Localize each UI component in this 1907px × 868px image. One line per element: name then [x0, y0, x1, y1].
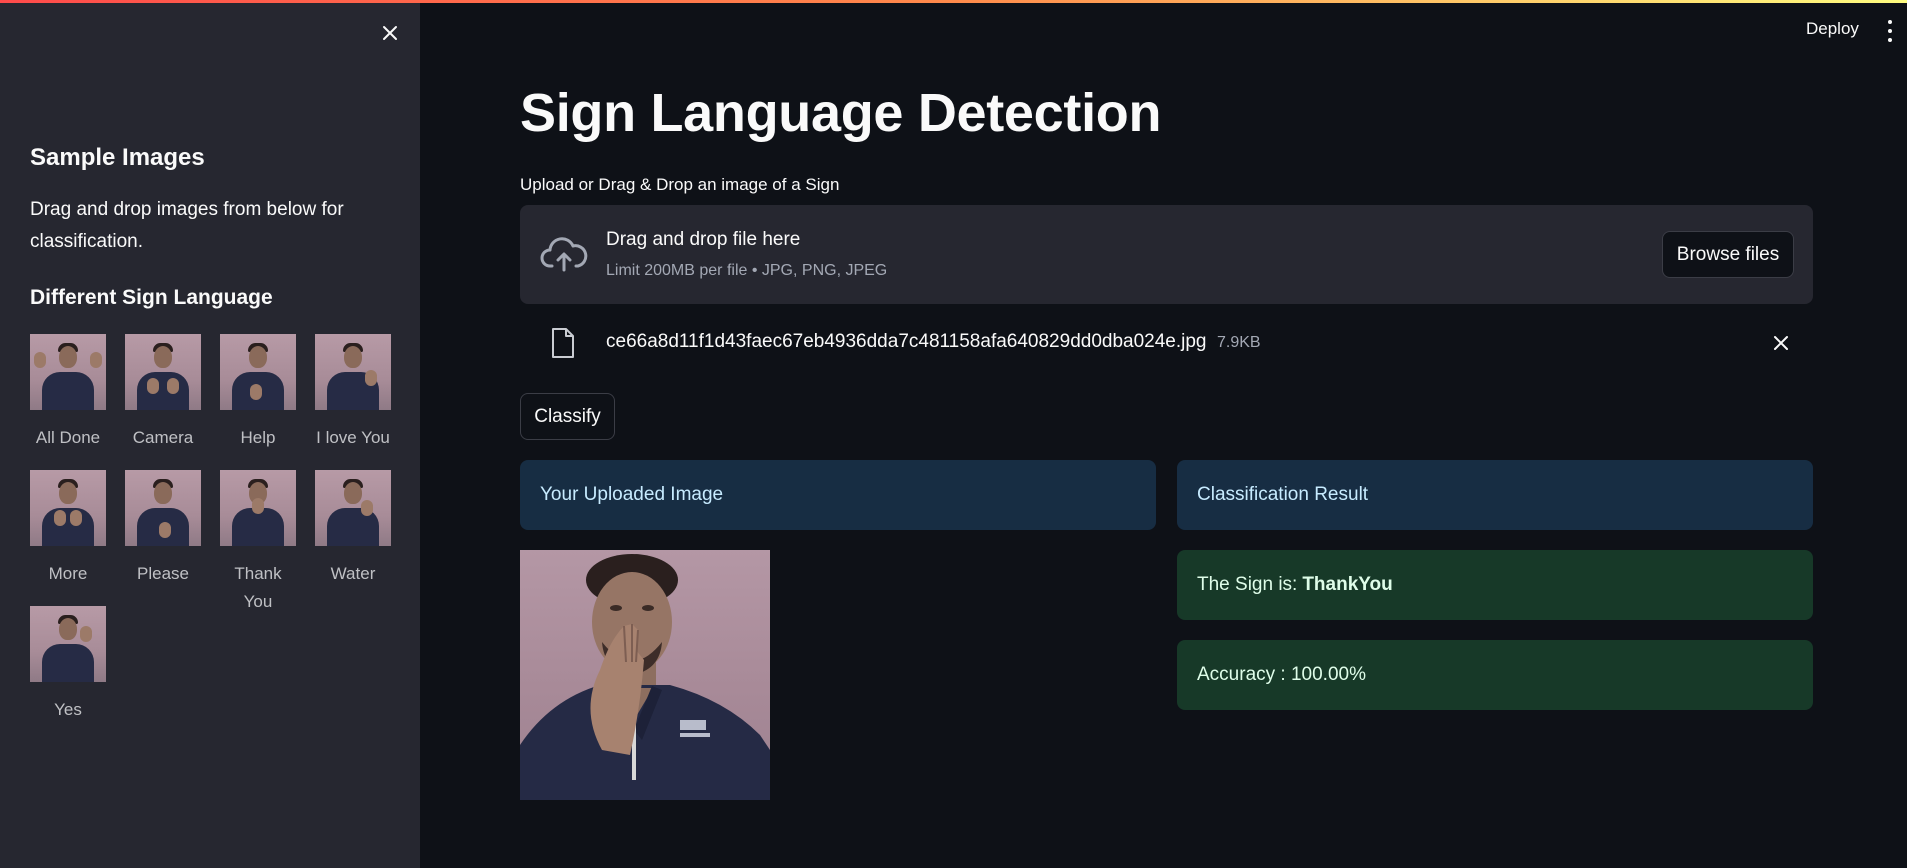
top-decoration-bar	[0, 0, 1907, 3]
remove-file-icon[interactable]	[1770, 332, 1792, 354]
sample-label: Help	[240, 428, 276, 447]
sidebar-heading: Sample Images	[30, 144, 205, 171]
deploy-button[interactable]: Deploy	[1806, 19, 1859, 39]
uploader-label: Upload or Drag & Drop an image of a Sign	[520, 175, 840, 194]
result-value: ThankYou	[1302, 574, 1393, 595]
classification-result-header-text: Classification Result	[1197, 484, 1369, 505]
sidebar: Sample Images Drag and drop images from …	[0, 0, 420, 868]
sample-image[interactable]	[315, 470, 391, 546]
accuracy-box: Accuracy : 100.00%	[1177, 640, 1813, 710]
sample-please[interactable]: Please	[125, 470, 201, 588]
sample-label: All Done	[35, 428, 101, 447]
cloud-upload-icon	[540, 237, 588, 272]
classify-button[interactable]: Classify	[520, 393, 615, 440]
result-success-box: The Sign is: ThankYou	[1177, 550, 1813, 620]
page-title: Sign Language Detection	[520, 83, 1162, 143]
dropzone-title: Drag and drop file here	[606, 229, 801, 250]
sample-image[interactable]	[30, 470, 106, 546]
classification-result-header: Classification Result	[1177, 460, 1813, 530]
file-size: 7.9KB	[1217, 334, 1261, 351]
sidebar-description: Drag and drop images from below for clas…	[30, 199, 344, 252]
sidebar-subheading: Different Sign Language	[30, 286, 273, 309]
file-icon	[552, 328, 574, 358]
uploaded-file-row: ce66a8d11f1d43faec67eb4936dda7c481158afa…	[520, 322, 1813, 366]
sample-label: Water	[330, 564, 376, 583]
file-name: ce66a8d11f1d43faec67eb4936dda7c481158afa…	[606, 331, 1207, 352]
result-prefix: The Sign is:	[1197, 574, 1298, 595]
sample-image[interactable]	[30, 334, 106, 410]
uploaded-image-header-text: Your Uploaded Image	[540, 484, 724, 505]
sample-label: Thank You	[234, 564, 282, 611]
file-dropzone[interactable]: Drag and drop file here Limit 200MB per …	[520, 205, 1813, 304]
sample-i-love-you[interactable]: I love You	[315, 334, 391, 452]
sample-image[interactable]	[30, 606, 106, 682]
more-options-icon[interactable]	[1886, 20, 1894, 42]
sample-all-done[interactable]: All Done	[30, 334, 106, 452]
uploaded-image	[520, 550, 770, 800]
sample-image[interactable]	[315, 334, 391, 410]
sample-camera[interactable]: Camera	[125, 334, 201, 452]
uploaded-image-photo	[520, 554, 770, 800]
sample-label: I love You	[316, 428, 390, 447]
sample-help[interactable]: Help	[220, 334, 296, 452]
sample-image[interactable]	[220, 470, 296, 546]
accuracy-text: Accuracy : 100.00%	[1197, 664, 1366, 685]
sample-label: More	[48, 564, 88, 583]
sample-water[interactable]: Water	[315, 470, 391, 588]
close-sidebar-icon[interactable]	[377, 20, 403, 46]
uploaded-image-header: Your Uploaded Image	[520, 460, 1156, 530]
sample-image[interactable]	[125, 470, 201, 546]
sample-label: Camera	[132, 428, 194, 447]
sample-label: Yes	[54, 700, 82, 719]
browse-files-button[interactable]: Browse files	[1662, 231, 1794, 278]
sample-image[interactable]	[220, 334, 296, 410]
dropzone-limit: Limit 200MB per file • JPG, PNG, JPEG	[606, 262, 888, 279]
sample-thank-you[interactable]: Thank You	[220, 470, 296, 616]
sample-more[interactable]: More	[30, 470, 106, 588]
sample-yes[interactable]: Yes	[30, 606, 106, 724]
sample-image[interactable]	[125, 334, 201, 410]
sample-label: Please	[137, 564, 189, 583]
